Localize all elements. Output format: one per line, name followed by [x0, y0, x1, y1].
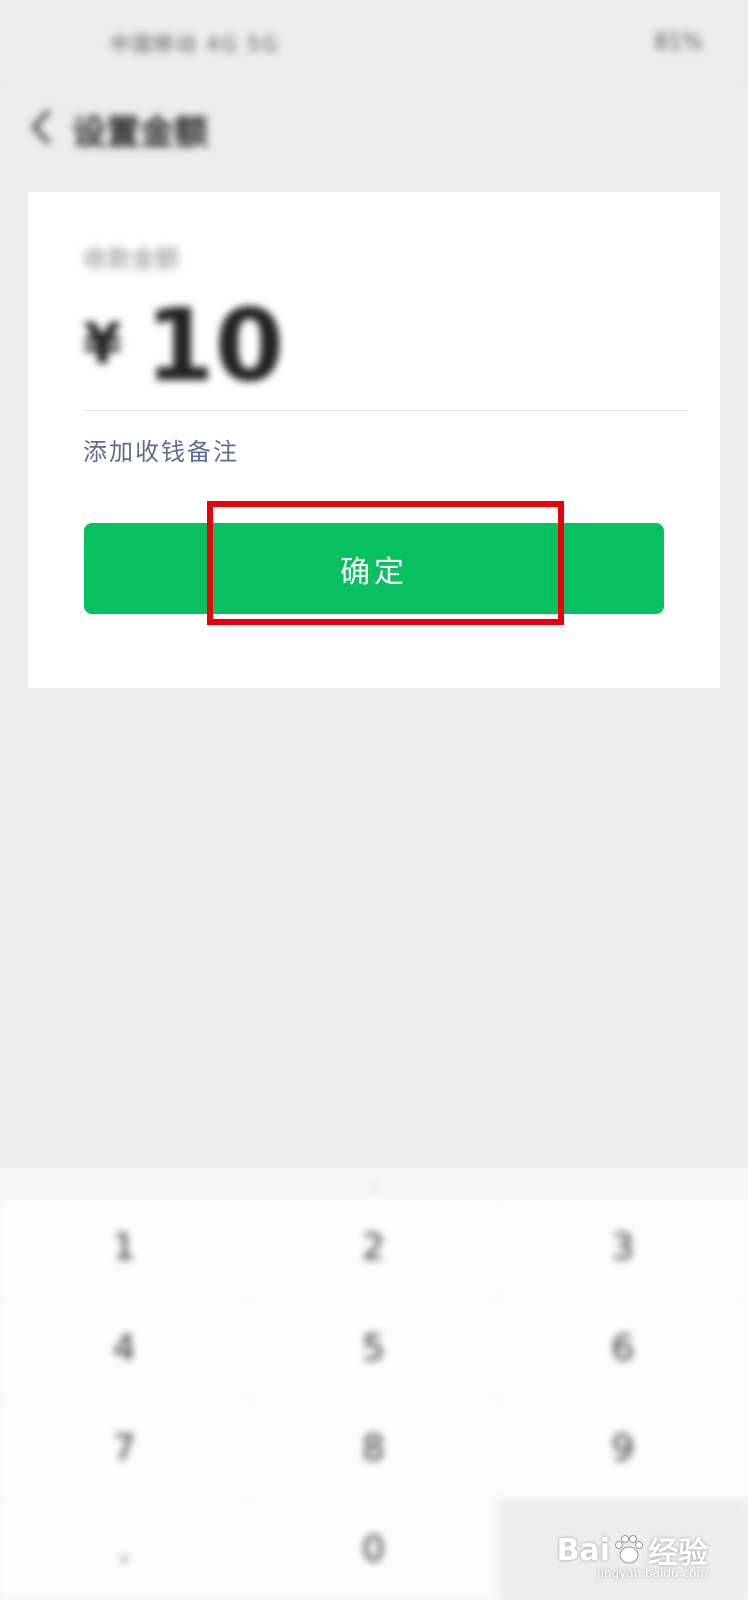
keypad-key[interactable]: 5 [249, 1298, 499, 1399]
confirm-button[interactable]: 确定 [84, 523, 664, 614]
keypad-key[interactable]: 9 [498, 1399, 748, 1500]
keypad-key[interactable]: 7 [0, 1399, 250, 1500]
amount-input[interactable]: ¥ 10 [83, 287, 683, 404]
keypad-key[interactable]: . [0, 1499, 250, 1600]
add-remark-link[interactable]: 添加收钱备注 [83, 432, 239, 467]
nav-bar: 设置金额 [0, 80, 748, 180]
amount-label: 收款金额 [83, 245, 179, 273]
baidu-jingyan-watermark: Bai 经验 jingyan.baidu.com [556, 1528, 708, 1581]
status-bar: 中国移动 4G 5G 81% [0, 0, 748, 80]
amount-value: 10 [145, 287, 285, 404]
currency-symbol: ¥ [83, 312, 122, 377]
keypad-key[interactable]: 0 [249, 1499, 499, 1600]
divider [83, 410, 688, 411]
watermark-url: jingyan.baidu.com [597, 1566, 708, 1580]
keypad-key[interactable]: 2 [249, 1198, 499, 1299]
watermark-brand: Bai [556, 1532, 610, 1568]
amount-card: 收款金额 ¥ 10 添加收钱备注 确定 [28, 192, 720, 688]
keypad-key[interactable]: 1 [0, 1198, 250, 1299]
battery-info: 81% [654, 30, 703, 55]
back-arrow-icon[interactable] [22, 102, 62, 152]
carrier-info: 中国移动 4G 5G [110, 32, 280, 56]
keypad-key[interactable]: 3 [498, 1198, 748, 1299]
keypad-key[interactable]: 8 [249, 1399, 499, 1500]
keypad-key[interactable]: 6 [498, 1298, 748, 1399]
page-title: 设置金额 [72, 113, 208, 153]
collapse-keyboard-icon[interactable]: ⌄ [362, 1175, 386, 1191]
keypad-key[interactable]: 4 [0, 1298, 250, 1399]
paw-icon [615, 1535, 643, 1564]
